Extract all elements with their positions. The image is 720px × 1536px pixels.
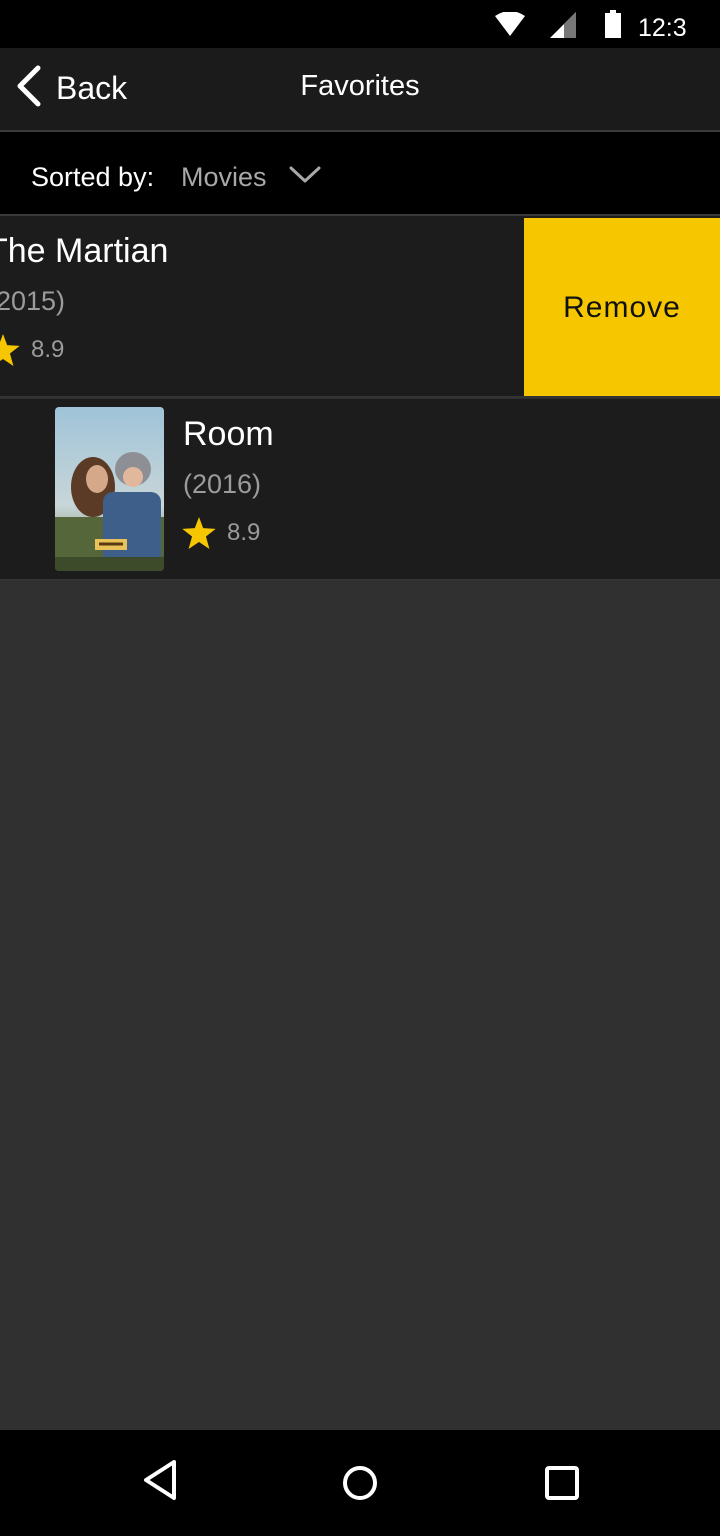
rating-value: 8.9 bbox=[31, 336, 65, 363]
star-icon bbox=[182, 517, 216, 554]
movie-poster bbox=[55, 407, 164, 571]
chevron-down-icon[interactable] bbox=[288, 164, 322, 191]
sort-dropdown-value[interactable]: Movies bbox=[181, 162, 267, 193]
list-item[interactable]: Room (2016) 8.9 bbox=[0, 399, 720, 581]
movie-title: The Martian bbox=[0, 232, 169, 270]
remove-button[interactable]: Remove bbox=[524, 218, 720, 396]
signal-icon bbox=[550, 12, 576, 43]
home-circle-icon[interactable] bbox=[340, 1458, 380, 1511]
movie-title: Room bbox=[183, 415, 274, 453]
app-bar: Back Favorites bbox=[0, 48, 720, 132]
star-icon bbox=[0, 334, 20, 371]
back-triangle-icon[interactable] bbox=[140, 1458, 180, 1507]
wifi-icon bbox=[495, 11, 525, 41]
list-item[interactable]: The Martian (2015) 8.9 Remove bbox=[0, 216, 720, 398]
movie-year: (2015) bbox=[0, 286, 66, 316]
page-title: Favorites bbox=[300, 70, 420, 102]
list-item-content[interactable]: Room (2016) 8.9 bbox=[0, 399, 720, 579]
sort-bar[interactable]: Sorted by: Movies bbox=[0, 132, 720, 216]
sort-label: Sorted by: bbox=[31, 162, 155, 192]
recents-square-icon[interactable] bbox=[542, 1458, 582, 1511]
battery-icon bbox=[605, 10, 621, 43]
rating-value: 8.9 bbox=[227, 519, 261, 546]
movie-year: (2016) bbox=[183, 469, 262, 499]
system-nav-bar bbox=[0, 1430, 720, 1536]
status-bar: 12:30 bbox=[0, 0, 720, 74]
list-item-content[interactable]: The Martian (2015) 8.9 bbox=[0, 216, 524, 396]
